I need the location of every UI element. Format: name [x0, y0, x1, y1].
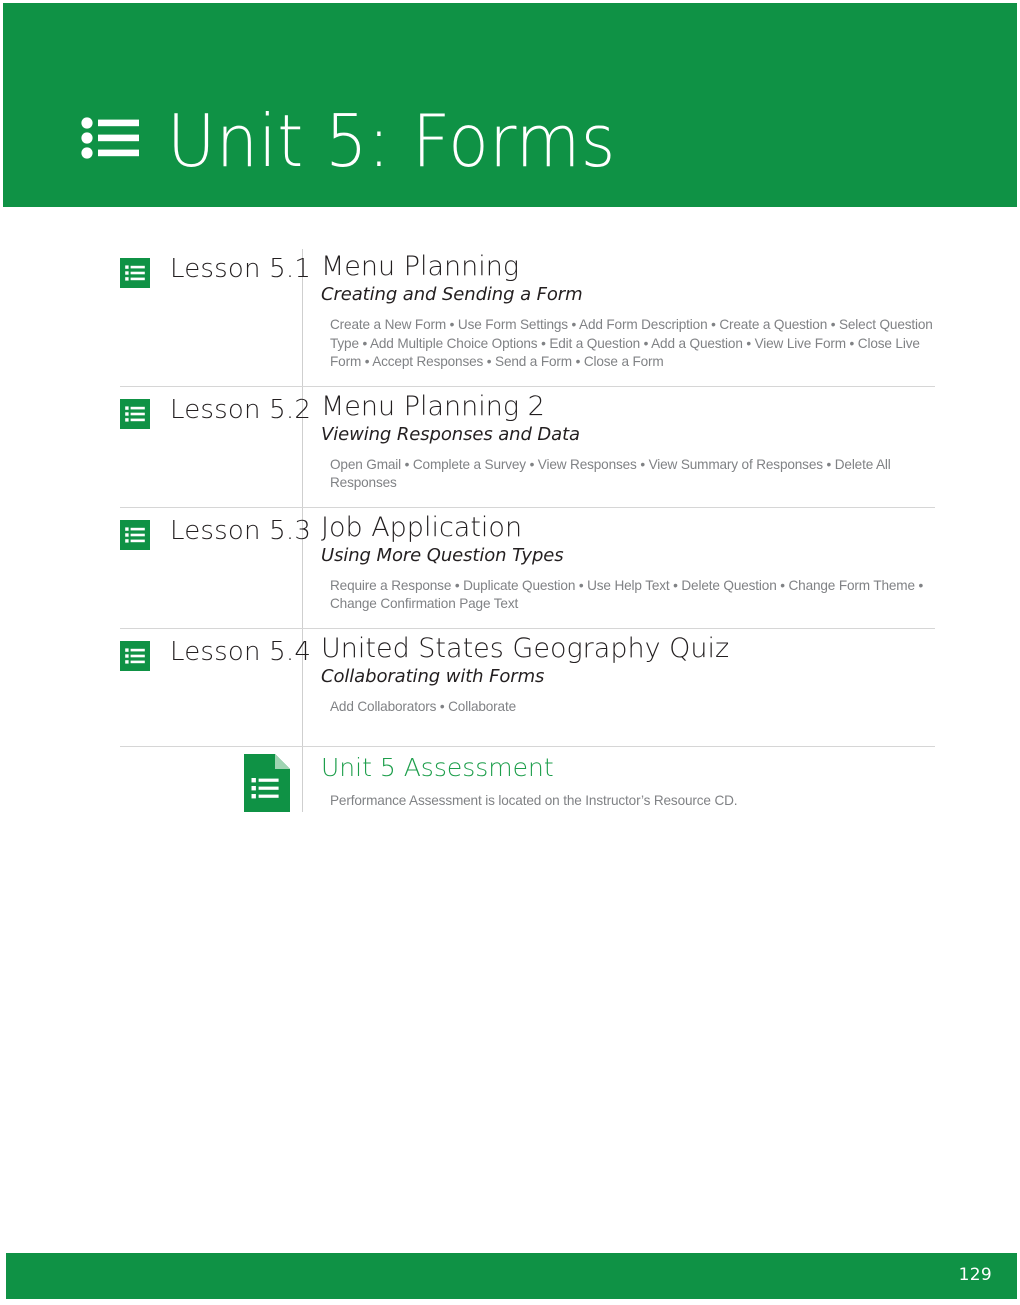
lesson-row[interactable]: Lesson 5.2 Menu Planning 2 Viewing Respo… [120, 385, 935, 507]
lesson-title: Menu Planning [321, 251, 520, 282]
lesson-title: Job Application [321, 511, 523, 543]
lesson-label-column: Lesson 5.4 [120, 629, 311, 671]
lesson-body-column: Menu Planning Creating and Sending a For… [302, 249, 935, 386]
unit-contents: Lesson 5.1 Menu Planning Creating and Se… [0, 207, 1020, 826]
lesson-subtitle: Viewing Responses and Data [321, 423, 580, 445]
unit-header-bar: Unit 5: Forms [3, 3, 1017, 207]
lesson-list: Lesson 5.1 Menu Planning Creating and Se… [120, 207, 935, 826]
page-footer-bar: 129 [6, 1253, 1017, 1299]
lesson-topics: Open Gmail • Complete a Survey • View Re… [330, 456, 891, 491]
lesson-number-label: Lesson 5.2 [170, 394, 312, 425]
lesson-row[interactable]: Lesson 5.4 United States Geography Quiz … [120, 627, 935, 746]
lesson-row[interactable]: Lesson 5.3 Job Application Using More Qu… [120, 506, 935, 628]
lesson-subtitle: Collaborating with Forms [321, 665, 545, 687]
assessment-body-column: Unit 5 Assessment Performance Assessment… [302, 747, 935, 811]
lesson-label-column: Lesson 5.1 [120, 249, 311, 288]
forms-document-icon [244, 753, 290, 812]
lesson-label-column: Lesson 5.2 [120, 387, 311, 429]
lesson-label-column: Lesson 5.3 [120, 508, 311, 550]
lesson-topics: Require a Response • Duplicate Question … [330, 577, 924, 612]
lesson-body-column: Menu Planning 2 Viewing Responses and Da… [302, 387, 935, 507]
google-forms-icon [120, 640, 150, 671]
lesson-row[interactable]: Lesson 5.1 Menu Planning Creating and Se… [120, 207, 935, 386]
page-title: Unit 5: Forms [167, 99, 616, 183]
assessment-note: Performance Assessment is located on the… [330, 792, 738, 808]
lesson-topics: Create a New Form • Use Form Settings • … [330, 317, 933, 369]
unit-assessment-row[interactable]: Unit 5 Assessment Performance Assessment… [120, 745, 935, 826]
lesson-number-label: Lesson 5.3 [170, 515, 312, 546]
lesson-body-column: United States Geography Quiz Collaborati… [302, 629, 935, 731]
lesson-body-column: Job Application Using More Question Type… [302, 508, 935, 628]
lesson-topics: Add Collaborators • Collaborate [330, 698, 516, 714]
lesson-subtitle: Creating and Sending a Form [321, 284, 583, 305]
lesson-number-label: Lesson 5.4 [170, 636, 312, 667]
lesson-subtitle: Using More Question Types [321, 544, 564, 566]
assessment-title: Unit 5 Assessment [321, 752, 554, 782]
page-number: 129 [958, 1265, 992, 1285]
forms-list-icon [81, 117, 139, 159]
assessment-icon-column [120, 747, 302, 812]
lesson-number-label: Lesson 5.1 [170, 254, 312, 284]
google-forms-icon [120, 398, 150, 429]
google-forms-icon [120, 258, 150, 288]
lesson-title: Menu Planning 2 [321, 390, 545, 422]
unit-header-content: Unit 5: Forms [81, 105, 655, 177]
google-forms-icon [120, 519, 150, 550]
lesson-title: United States Geography Quiz [321, 632, 730, 664]
